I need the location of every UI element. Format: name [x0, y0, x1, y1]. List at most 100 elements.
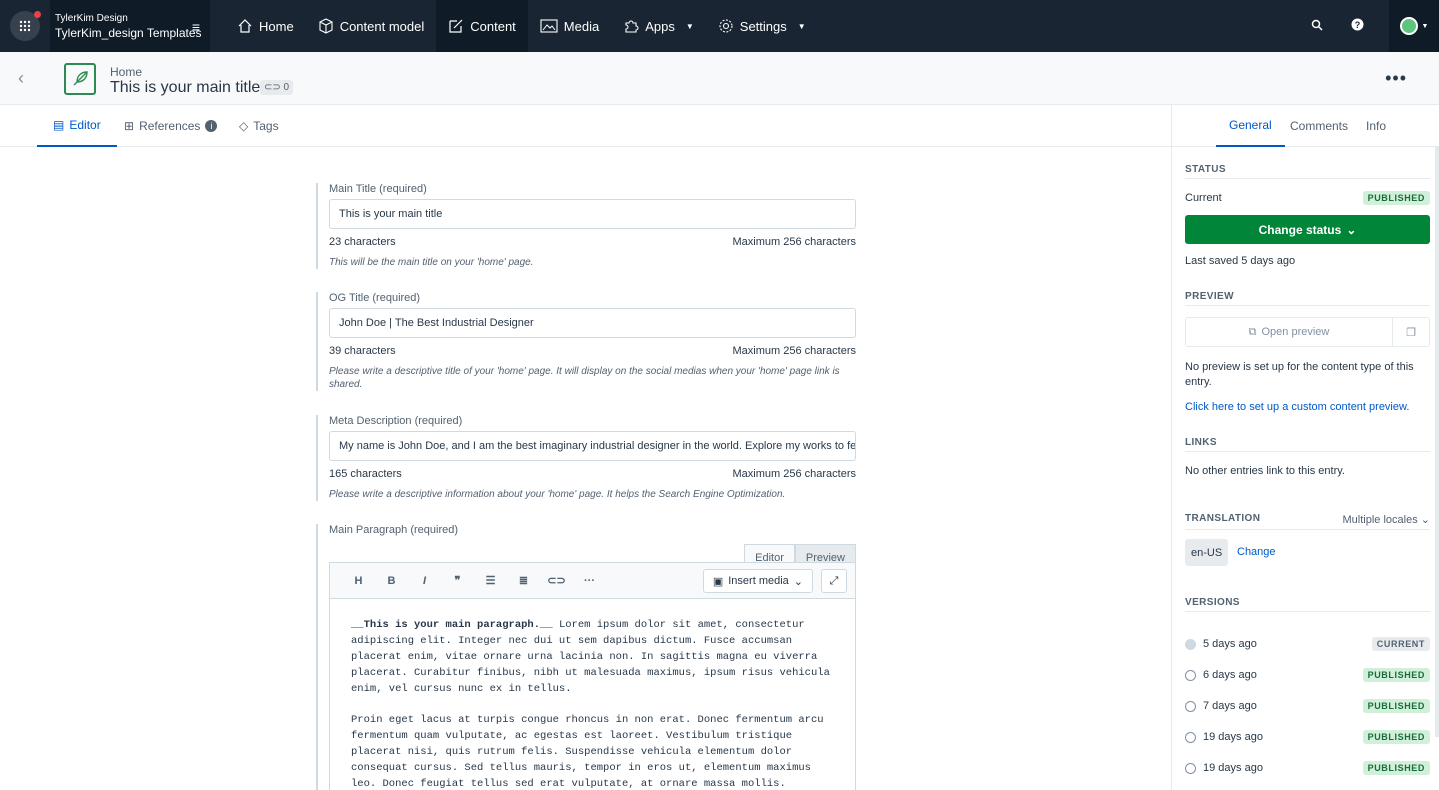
bold-button[interactable]: B [375, 575, 408, 587]
nav-content-model-label: Content model [339, 18, 425, 34]
nav-content[interactable]: Content [436, 0, 528, 52]
version-item[interactable]: 6 days ago PUBLISHED [1185, 668, 1430, 682]
chevron-down-icon: ⌄ [1346, 222, 1357, 237]
sidebar-scrollbar[interactable] [1435, 147, 1439, 737]
nav-apps[interactable]: Apps ▼ [611, 0, 706, 52]
entry-tabs: ▤ Editor ⊞ References i ◇ Tags [0, 105, 1171, 147]
link-icon: ⊂⊃ [264, 82, 281, 93]
sidebar-tab-info[interactable]: Info [1366, 105, 1386, 147]
help-icon[interactable]: ? [1337, 18, 1377, 34]
copy-icon[interactable]: ❐ [1392, 318, 1429, 346]
last-saved: Last saved 5 days ago [1185, 255, 1296, 267]
tab-references[interactable]: ⊞ References i [124, 105, 218, 147]
top-navigation: TylerKim Design TylerKim_design Template… [0, 0, 1439, 52]
menu-icon[interactable]: ≡ [192, 19, 200, 35]
entry-sidebar: General Comments Info STATUS Current PUB… [1171, 105, 1439, 790]
change-locale-link[interactable]: Change [1237, 546, 1276, 558]
version-badge: PUBLISHED [1362, 668, 1430, 682]
home-icon [238, 19, 252, 33]
nav-settings[interactable]: Settings ▼ [706, 0, 818, 52]
nav-media-label: Media [563, 18, 600, 34]
setup-preview-link[interactable]: Click here to set up a custom content pr… [1185, 401, 1409, 413]
version-item[interactable]: 19 days ago PUBLISHED [1185, 730, 1430, 744]
app-switcher-button[interactable] [0, 0, 50, 52]
space-selector[interactable]: TylerKim Design TylerKim_design Template… [50, 0, 210, 52]
char-count: 23 characters [329, 236, 396, 248]
nav-content-label: Content [470, 18, 516, 34]
sidebar-tab-general[interactable]: General [1216, 105, 1285, 147]
page-title: This is your main title [110, 79, 261, 96]
tab-tags[interactable]: ◇ Tags [239, 105, 279, 147]
nav-content-model[interactable]: Content model [306, 0, 437, 52]
links-count: 0 [283, 82, 290, 93]
tab-editor[interactable]: ▤ Editor [37, 105, 117, 147]
sidebar-tab-comments[interactable]: Comments [1290, 105, 1348, 147]
open-preview-button[interactable]: ⧉ Open preview [1186, 318, 1392, 346]
svg-text:?: ? [1354, 20, 1360, 30]
translation-heading: TRANSLATION Multiple locales ⌄ [1185, 513, 1430, 530]
account-menu[interactable]: ▼ [1389, 0, 1439, 52]
numbered-list-icon[interactable]: ≣ [507, 574, 540, 587]
version-badge: CURRENT [1371, 637, 1430, 651]
version-item[interactable]: 19 days ago PUBLISHED [1185, 761, 1430, 775]
links-note: No other entries link to this entry. [1185, 465, 1345, 477]
translation-title: TRANSLATION [1185, 513, 1261, 524]
nav-home[interactable]: Home [225, 0, 306, 52]
version-date: 19 days ago [1203, 731, 1263, 743]
field-main-title: Main Title (required) This is your main … [316, 183, 856, 269]
char-count: 165 characters [329, 468, 402, 480]
expand-icon[interactable]: ⤢ [821, 569, 847, 593]
caret-down-icon: ▼ [797, 21, 806, 31]
heading-button[interactable]: H [342, 575, 375, 587]
field-label: Main Paragraph (required) [329, 524, 459, 536]
field-label: Main Title (required) [329, 183, 427, 195]
insert-media-label: Insert media [728, 575, 789, 587]
search-icon[interactable] [1297, 19, 1337, 34]
nav-media[interactable]: Media [528, 0, 611, 52]
chevron-down-icon: ⌄ [793, 575, 803, 588]
info-icon: i [205, 120, 218, 132]
field-label: Meta Description (required) [329, 415, 463, 427]
document-icon: ▤ [53, 118, 65, 132]
preview-note: No preview is set up for the content typ… [1185, 361, 1414, 388]
gear-icon [719, 19, 733, 33]
back-arrow-icon[interactable]: ‹ [18, 68, 24, 89]
field-main-paragraph: Main Paragraph (required) Editor Preview… [316, 524, 856, 790]
nav-settings-label: Settings [739, 18, 787, 34]
bulleted-list-icon[interactable]: ☰ [474, 574, 507, 587]
version-item[interactable]: 7 days ago PUBLISHED [1185, 699, 1430, 713]
breadcrumb[interactable]: Home [110, 65, 142, 79]
change-status-button[interactable]: Change status ⌄ [1185, 215, 1430, 244]
field-label: OG Title (required) [329, 292, 421, 304]
nav-apps-label: Apps [645, 18, 675, 34]
radio-icon [1185, 638, 1196, 650]
main-title-input[interactable]: This is your main title [329, 199, 856, 229]
meta-description-input[interactable]: My name is John Doe, and I am the best i… [329, 431, 856, 461]
change-status-label: Change status [1258, 222, 1342, 237]
open-preview-label: Open preview [1261, 326, 1330, 338]
chevron-down-icon: ⌄ [1420, 514, 1430, 526]
field-meta-description: Meta Description (required) My name is J… [316, 415, 856, 501]
tab-tags-label: Tags [253, 119, 279, 133]
version-date: 19 days ago [1203, 762, 1263, 774]
caret-down-icon: ▼ [1421, 22, 1429, 30]
italic-button[interactable]: I [408, 575, 441, 587]
notification-dot [34, 11, 41, 18]
quote-button[interactable]: ❞ [441, 574, 474, 587]
more-options-icon[interactable]: ••• [1385, 68, 1407, 89]
locale-pill: en-US [1185, 539, 1229, 566]
link-icon[interactable]: ⊂⊃ [540, 574, 573, 587]
editor-area: Main Title (required) This is your main … [0, 147, 1171, 790]
version-item[interactable]: 5 days ago CURRENT [1185, 637, 1430, 651]
links-heading: LINKS [1185, 437, 1430, 452]
status-badge: PUBLISHED [1362, 191, 1430, 205]
version-badge: PUBLISHED [1362, 699, 1430, 713]
more-icon[interactable]: ··· [573, 575, 606, 587]
markdown-textarea[interactable]: __This is your main paragraph.__ Lorem i… [329, 599, 856, 790]
preview-heading: PREVIEW [1185, 291, 1430, 306]
tag-icon: ◇ [239, 119, 249, 133]
locale-mode-select[interactable]: Multiple locales ⌄ [1343, 513, 1430, 526]
version-date: 5 days ago [1203, 638, 1257, 650]
insert-media-button[interactable]: ▣ Insert media ⌄ [702, 569, 813, 593]
og-title-input[interactable]: John Doe | The Best Industrial Designer [329, 308, 856, 338]
